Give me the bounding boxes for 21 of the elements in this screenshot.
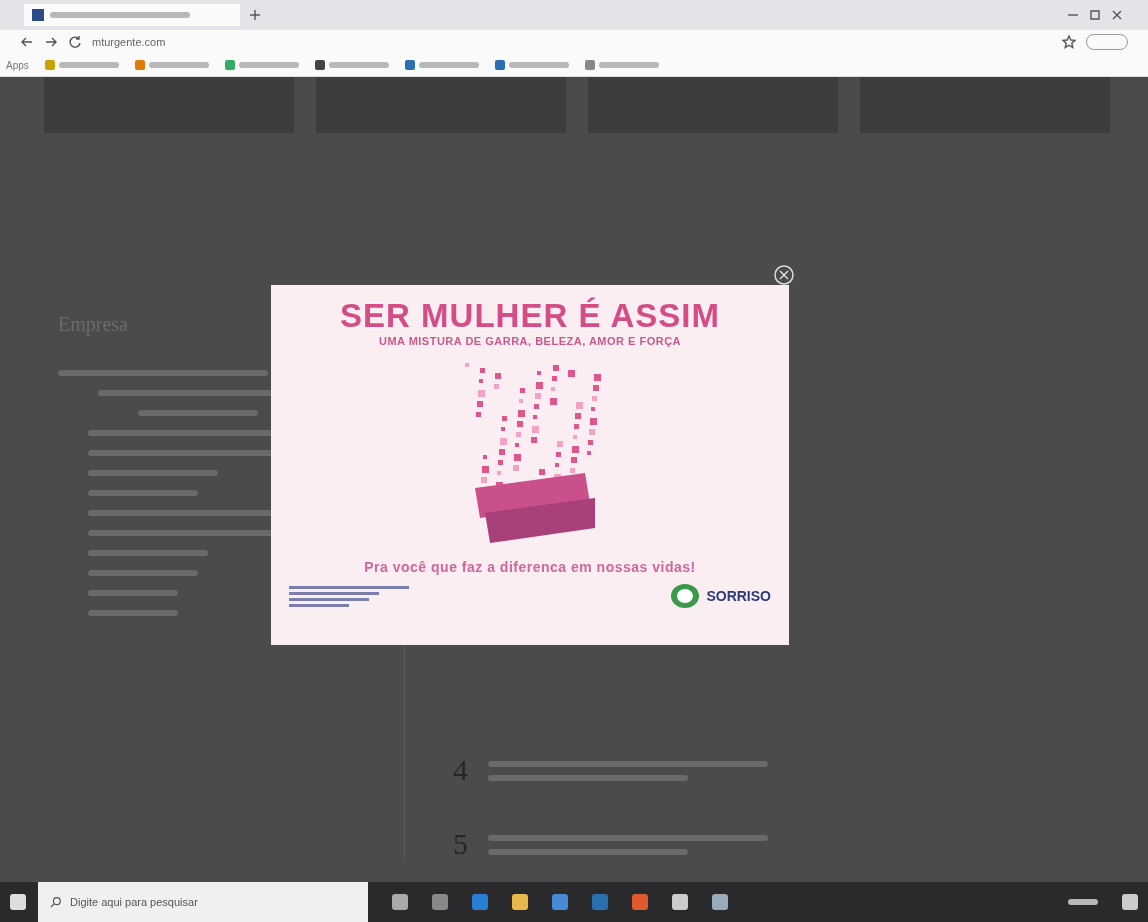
reload-icon[interactable] (68, 35, 82, 49)
bookmark-link[interactable] (314, 60, 389, 70)
bookmark-link[interactable]: Apps (6, 59, 29, 71)
brand-name: SORRISO (706, 588, 771, 604)
close-icon[interactable] (773, 264, 795, 286)
banner-tagline: Pra você que faz a diferenca em nossas vidas! (364, 559, 696, 575)
search-icon (50, 896, 62, 908)
restore-icon[interactable] (1088, 8, 1102, 22)
bookmark-link[interactable] (404, 60, 479, 70)
favicon-icon (32, 9, 44, 21)
banner-subtitle: UMA MISTURA DE GARRA, BELEZA, AMOR E FORÇA (378, 335, 682, 347)
close-icon[interactable] (1110, 8, 1124, 22)
forward-icon[interactable] (44, 35, 58, 49)
back-icon[interactable] (20, 35, 34, 49)
bookmark-link[interactable] (494, 60, 569, 70)
banner-title: SER MULHER É ASSIM (340, 297, 720, 335)
search-field[interactable]: Digite aqui para pesquisar (38, 882, 368, 922)
browser-tab[interactable] (24, 4, 240, 26)
star-icon[interactable] (1062, 35, 1076, 49)
new-tab-icon[interactable] (248, 8, 262, 22)
address-text[interactable]: mturgente.com (92, 36, 166, 48)
